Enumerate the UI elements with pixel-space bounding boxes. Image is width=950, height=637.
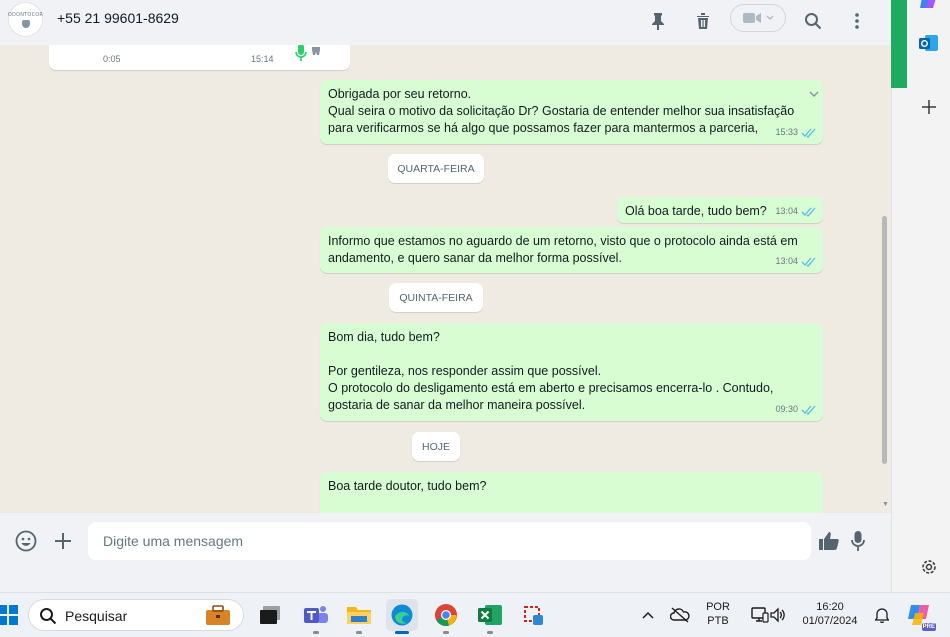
search-icon xyxy=(39,607,57,630)
whatsapp-accent-bar xyxy=(891,0,907,88)
messages-area[interactable]: 0:05 15:14 Obrigada por seu retorno. Qua… xyxy=(0,45,880,513)
tooth-icon xyxy=(21,19,30,28)
outgoing-message[interactable]: Boa tarde doutor, tudo bem? xyxy=(320,472,823,513)
scrollbar-thumb[interactable] xyxy=(882,216,887,464)
menu-icon[interactable] xyxy=(844,8,870,34)
notification-bell-icon[interactable] xyxy=(868,599,896,631)
chat-header: ODONTOCOR +55 21 99601-8629 xyxy=(0,0,891,45)
microphone-icon xyxy=(295,45,307,68)
contact-name[interactable]: +55 21 99601-8629 xyxy=(57,10,179,26)
message-time: 15:33 xyxy=(775,127,798,137)
outgoing-message[interactable]: Informo que estamos no aguardo de um ret… xyxy=(320,227,823,273)
running-indicator xyxy=(356,631,362,634)
attach-plus-icon[interactable] xyxy=(50,528,76,554)
message-text: Informo que estamos no aguardo de um ret… xyxy=(328,234,798,265)
read-ticks-icon xyxy=(801,405,816,415)
windows-taskbar: Pesquisar POR PTB 16:20 01/07/2024 PRE xyxy=(0,592,950,637)
file-explorer-icon[interactable] xyxy=(343,599,375,634)
clock-time: 16:20 xyxy=(816,601,844,613)
task-view-icon[interactable] xyxy=(254,599,286,631)
clock-date: 01/07/2024 xyxy=(802,615,858,627)
message-time: 13:04 xyxy=(775,256,798,266)
tooth-icon xyxy=(311,45,321,61)
edge-icon[interactable] xyxy=(386,599,418,634)
date-chip: QUINTA-FEIRA xyxy=(389,283,483,312)
message-text: Boa tarde doutor, tudo bem? xyxy=(328,479,487,493)
chevron-down-icon xyxy=(766,15,774,20)
display-icon xyxy=(751,607,769,623)
date-chip: QUARTA-FEIRA xyxy=(388,154,484,183)
microphone-icon[interactable] xyxy=(845,528,871,554)
voice-duration: 0:05 xyxy=(103,54,121,64)
chat-window: ODONTOCOR +55 21 99601-8629 0:05 15:14 O… xyxy=(0,0,891,571)
running-indicator xyxy=(313,631,319,634)
snipping-tool-icon[interactable] xyxy=(518,599,550,631)
copilot-preview-icon[interactable]: PRE xyxy=(902,599,938,631)
avatar[interactable]: ODONTOCOR xyxy=(8,2,43,37)
teams-icon[interactable] xyxy=(300,599,332,634)
read-ticks-icon xyxy=(801,128,816,138)
network-volume-group[interactable] xyxy=(744,599,794,631)
message-time: 13:04 xyxy=(775,206,798,216)
chevron-down-icon[interactable] xyxy=(809,86,819,103)
taskbar-search-box[interactable]: Pesquisar xyxy=(28,599,244,631)
message-input[interactable] xyxy=(88,522,811,560)
trash-icon[interactable] xyxy=(690,8,716,34)
chrome-icon[interactable] xyxy=(430,599,462,634)
running-indicator xyxy=(443,631,449,634)
thumbs-up-icon[interactable] xyxy=(816,528,842,554)
clock[interactable]: 16:20 01/07/2024 xyxy=(800,600,860,628)
outgoing-message[interactable]: Bom dia, tudo bem? Por gentileza, nos re… xyxy=(320,323,823,421)
running-indicator xyxy=(487,631,493,634)
date-chip: HOJE xyxy=(412,432,460,461)
avatar-logo-text: ODONTOCOR xyxy=(7,11,44,18)
message-text: Olá boa tarde, tudo bem? xyxy=(625,204,767,218)
pin-icon[interactable] xyxy=(645,8,671,34)
active-indicator xyxy=(395,631,409,634)
onedrive-offline-icon[interactable] xyxy=(666,599,694,631)
add-icon[interactable] xyxy=(918,96,940,118)
excel-icon[interactable] xyxy=(474,599,506,634)
composer xyxy=(0,513,891,571)
briefcase-icon xyxy=(205,604,231,631)
outlook-icon[interactable] xyxy=(918,32,940,54)
message-time: 09:30 xyxy=(775,404,798,414)
video-camera-icon xyxy=(743,13,761,23)
language-indicator[interactable]: POR PTB xyxy=(700,600,736,628)
message-text: Obrigada por seu retorno. Qual seira o m… xyxy=(328,87,795,135)
read-ticks-icon xyxy=(801,207,816,217)
video-call-button[interactable] xyxy=(730,4,786,32)
volume-icon xyxy=(770,607,785,623)
keyboard-layout: PTB xyxy=(707,615,729,627)
outgoing-message[interactable]: Olá boa tarde, tudo bem? 13:04 xyxy=(617,197,823,223)
message-text: Bom dia, tudo bem? Por gentileza, nos re… xyxy=(328,330,774,412)
settings-gear-icon[interactable] xyxy=(918,556,940,578)
search-icon[interactable] xyxy=(800,8,826,34)
copilot-icon[interactable] xyxy=(918,0,940,16)
voice-message-bubble[interactable]: 0:05 15:14 xyxy=(49,45,350,70)
chevron-up-icon[interactable] xyxy=(634,599,662,631)
right-sidebar xyxy=(891,0,950,592)
taskbar-search-label: Pesquisar xyxy=(65,608,128,624)
emoji-icon[interactable] xyxy=(13,528,39,554)
voice-time: 15:14 xyxy=(251,54,274,64)
language-code: POR xyxy=(706,601,730,613)
read-ticks-icon xyxy=(801,257,816,267)
outgoing-message[interactable]: Obrigada por seu retorno. Qual seira o m… xyxy=(320,80,823,144)
windows-start-icon[interactable] xyxy=(0,599,24,631)
preview-badge: PRE xyxy=(921,623,936,631)
scroll-down-arrow-icon[interactable]: ▼ xyxy=(880,501,891,508)
